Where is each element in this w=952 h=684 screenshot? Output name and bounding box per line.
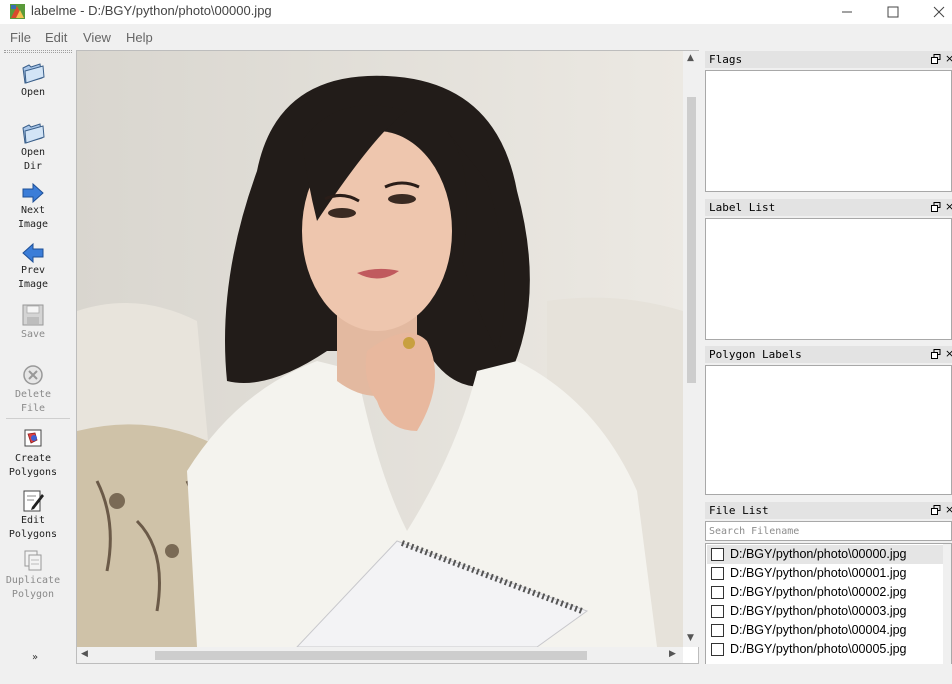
file-list-dock: File List × D:/BGY/python/photo\00000.jp… (705, 502, 952, 666)
file-name: D:/BGY/python/photo\00000.jpg (730, 547, 907, 561)
canvas-horizontal-scrollbar[interactable]: ◀ ▶ (77, 647, 683, 663)
minimize-button[interactable] (824, 0, 870, 24)
save-button[interactable]: Save (0, 302, 66, 342)
toolbar-separator (6, 418, 70, 419)
file-list-item[interactable]: D:/BGY/python/photo\00000.jpg (707, 545, 943, 564)
next-image-label: Next Image (17, 205, 49, 230)
toolbar-extension-button[interactable]: » (32, 652, 38, 663)
create-polygons-label: Create Polygons (8, 453, 58, 478)
vertical-scroll-thumb[interactable] (687, 97, 696, 383)
menu-help[interactable]: Help (126, 30, 153, 45)
arrow-left-icon (22, 242, 44, 264)
file-list-item[interactable]: D:/BGY/python/photo\00003.jpg (707, 602, 943, 621)
label-list-panel[interactable] (705, 218, 952, 340)
status-bar (0, 664, 952, 684)
close-dock-icon[interactable]: × (945, 503, 952, 517)
arrow-right-icon (22, 182, 44, 204)
file-list-item[interactable]: D:/BGY/python/photo\00004.jpg (707, 621, 943, 640)
open-dir-label: Open Dir (20, 147, 46, 172)
flags-dock-title: Flags (705, 51, 952, 68)
folder-dir-icon (22, 123, 45, 144)
file-checkbox[interactable] (711, 567, 724, 580)
file-name: D:/BGY/python/photo\00002.jpg (730, 585, 907, 599)
duplicate-polygon-button[interactable]: Duplicate Polygon (0, 548, 66, 602)
labelme-app-icon (10, 4, 25, 19)
portrait-photo (77, 51, 683, 647)
float-dock-icon[interactable] (931, 349, 941, 359)
tools-toolbar: Open Open Dir Next Image Prev Image Save (0, 50, 74, 664)
duplicate-polygon-label: Duplicate Polygon (5, 575, 61, 600)
image-canvas[interactable]: ▲ ▼ ◀ ▶ (76, 50, 699, 664)
file-checkbox[interactable] (711, 624, 724, 637)
file-list-item[interactable]: D:/BGY/python/photo\00005.jpg (707, 640, 943, 659)
file-list-item[interactable]: D:/BGY/python/photo\00002.jpg (707, 583, 943, 602)
horizontal-scroll-thumb[interactable] (155, 651, 587, 660)
scroll-up-icon[interactable]: ▲ (687, 53, 694, 63)
file-checkbox[interactable] (711, 643, 724, 656)
photo-image (77, 51, 683, 647)
delete-file-label: Delete File (14, 389, 52, 414)
prev-image-label: Prev Image (17, 265, 49, 290)
file-checkbox[interactable] (711, 605, 724, 618)
file-list-item[interactable]: D:/BGY/python/photo\00001.jpg (707, 564, 943, 583)
open-dir-button[interactable]: Open Dir (0, 120, 66, 174)
file-checkbox[interactable] (711, 548, 724, 561)
close-dock-icon[interactable]: × (945, 200, 952, 214)
maximize-button[interactable] (870, 0, 916, 24)
close-dock-icon[interactable]: × (945, 52, 952, 66)
save-label: Save (20, 329, 46, 340)
flags-panel[interactable] (705, 70, 952, 192)
float-dock-icon[interactable] (931, 505, 941, 515)
menu-view[interactable]: View (83, 30, 111, 45)
delete-file-button[interactable]: Delete File (0, 362, 66, 416)
canvas-vertical-scrollbar[interactable]: ▲ ▼ (683, 51, 699, 647)
menu-edit[interactable]: Edit (45, 30, 67, 45)
edit-polygons-label: Edit Polygons (8, 515, 58, 540)
polygon-edit-icon (23, 490, 44, 512)
file-name: D:/BGY/python/photo\00005.jpg (730, 642, 907, 656)
scroll-right-icon[interactable]: ▶ (669, 649, 676, 659)
file-checkbox[interactable] (711, 586, 724, 599)
close-icon (933, 6, 945, 18)
scroll-left-icon[interactable]: ◀ (81, 649, 88, 659)
duplicate-icon (24, 550, 42, 571)
file-list-scrollbar[interactable] (943, 544, 951, 665)
polygon-labels-panel[interactable] (705, 365, 952, 495)
window-title: labelme - D:/BGY/python/photo\00000.jpg (31, 3, 272, 18)
prev-image-button[interactable]: Prev Image (0, 242, 66, 292)
scroll-down-icon[interactable]: ▼ (687, 633, 694, 643)
next-image-button[interactable]: Next Image (0, 182, 66, 232)
file-list[interactable]: D:/BGY/python/photo\00000.jpg D:/BGY/pyt… (705, 543, 952, 666)
close-window-button[interactable] (916, 0, 952, 24)
float-dock-icon[interactable] (931, 54, 941, 64)
search-filename-input[interactable] (705, 521, 952, 541)
floppy-icon (22, 304, 44, 326)
minimize-icon (842, 11, 852, 13)
maximize-icon (887, 6, 899, 18)
label-list-dock-title: Label List (705, 199, 952, 216)
toolbar-grip[interactable] (4, 50, 72, 53)
file-list-dock-title: File List (705, 502, 952, 519)
polygon-labels-dock: Polygon Labels × (705, 346, 952, 496)
open-label: Open (20, 87, 46, 98)
title-bar: labelme - D:/BGY/python/photo\00000.jpg (0, 0, 952, 24)
polygon-labels-dock-title: Polygon Labels (705, 346, 952, 363)
flags-dock: Flags × (705, 51, 952, 193)
file-name: D:/BGY/python/photo\00003.jpg (730, 604, 907, 618)
open-button[interactable]: Open (0, 60, 66, 100)
label-list-dock: Label List × (705, 199, 952, 341)
close-dock-icon[interactable]: × (945, 347, 952, 361)
file-name: D:/BGY/python/photo\00004.jpg (730, 623, 907, 637)
file-name: D:/BGY/python/photo\00001.jpg (730, 566, 907, 580)
folder-open-icon (22, 63, 45, 84)
delete-circle-icon (23, 365, 43, 385)
menu-file[interactable]: File (10, 30, 31, 45)
menu-bar: File Edit View Help (0, 26, 952, 48)
float-dock-icon[interactable] (931, 202, 941, 212)
create-polygons-button[interactable]: Create Polygons (0, 426, 66, 480)
edit-polygons-button[interactable]: Edit Polygons (0, 488, 66, 542)
polygon-create-icon (24, 429, 42, 447)
